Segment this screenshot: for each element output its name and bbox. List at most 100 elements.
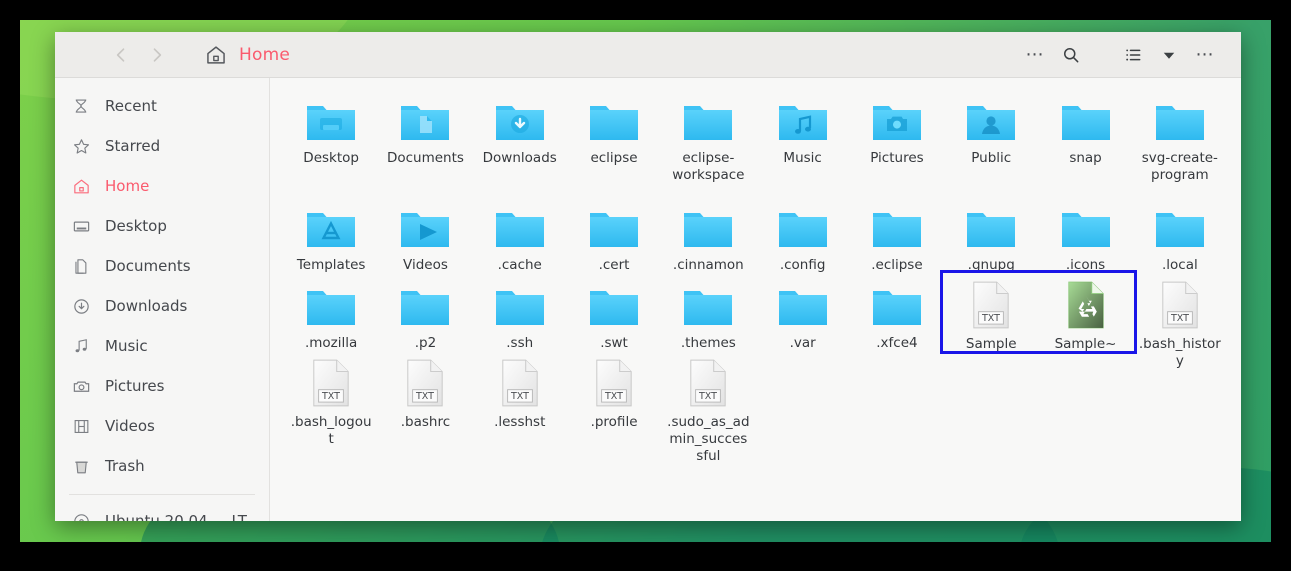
file-item[interactable]: .var	[756, 274, 850, 352]
file-item-label: .local	[1161, 257, 1198, 273]
file-grid-area[interactable]: Desktop Documents Downloads eclipse eclipse-…	[270, 78, 1241, 521]
file-item[interactable]: Templates	[284, 196, 378, 274]
sidebar-item-label: Pictures	[105, 377, 165, 395]
chevron-right-icon[interactable]	[147, 45, 167, 65]
file-item-label: .cert	[598, 257, 630, 273]
file-item[interactable]: .gnupg	[944, 196, 1038, 274]
main-menu-button[interactable]: ⋯	[1187, 37, 1223, 73]
sidebar-item-label: Documents	[105, 257, 191, 275]
file-item[interactable]: .cinnamon	[661, 196, 755, 274]
file-item[interactable]: .config	[756, 196, 850, 274]
file-item-label: Sample	[965, 336, 1017, 352]
file-item[interactable]: Documents	[378, 88, 472, 196]
file-item-label: .eclipse	[871, 257, 923, 273]
folder-icon	[586, 96, 642, 144]
file-item-label: eclipse	[590, 150, 638, 166]
file-item[interactable]: Pictures	[850, 88, 944, 196]
file-item[interactable]: Desktop	[284, 88, 378, 196]
file-item[interactable]: TXT .bash_logout	[284, 352, 378, 447]
file-item-label: .icons	[1065, 257, 1106, 273]
file-item[interactable]: Downloads	[473, 88, 567, 196]
text-file-icon: TXT	[1152, 281, 1208, 330]
download-icon	[71, 296, 91, 316]
file-item[interactable]: TXT .sudo_as_admin_successful	[661, 352, 755, 464]
view-list-button[interactable]	[1115, 37, 1151, 73]
folder-documents-icon	[397, 96, 453, 144]
sidebar-item-documents[interactable]: Documents	[55, 246, 269, 286]
file-item[interactable]: Public	[944, 88, 1038, 196]
window-body: Recent Starred Home Desktop Documents Downloa…	[55, 78, 1241, 521]
desktop-icon	[71, 216, 91, 236]
sidebar-item-device[interactable]: Ubuntu 20.04 ... LT...	[55, 501, 269, 521]
file-item[interactable]: .local	[1133, 196, 1227, 274]
sidebar-item-trash[interactable]: Trash	[55, 446, 269, 486]
folder-icon	[492, 282, 548, 329]
search-button[interactable]	[1053, 37, 1089, 73]
file-item[interactable]: snap	[1038, 88, 1132, 196]
folder-icon	[680, 282, 736, 329]
file-item[interactable]: .cache	[473, 196, 567, 274]
file-item[interactable]: .icons	[1038, 196, 1132, 274]
file-item[interactable]: Sample~	[1038, 274, 1132, 352]
file-item[interactable]: eclipse-workspace	[661, 88, 755, 196]
file-item[interactable]: TXT .lesshst	[473, 352, 567, 430]
window-header-bar: Home ⋯ ⋯	[55, 32, 1241, 78]
list-view-icon	[1123, 45, 1143, 65]
file-item-label: .bashrc	[400, 414, 451, 430]
folder-downloads-icon	[492, 96, 548, 144]
sidebar-item-music[interactable]: Music	[55, 326, 269, 366]
file-item-label: .bash_history	[1138, 336, 1221, 369]
view-options-button[interactable]	[1151, 37, 1187, 73]
music-icon	[71, 336, 91, 356]
sidebar-item-recent[interactable]: Recent	[55, 86, 269, 126]
file-item-label: .xfce4	[876, 335, 918, 351]
file-item[interactable]: .xfce4	[850, 274, 944, 352]
file-item[interactable]: TXT .bash_history	[1133, 274, 1227, 369]
svg-text:TXT: TXT	[321, 391, 340, 402]
overflow-left-button[interactable]: ⋯	[1017, 37, 1053, 73]
file-item[interactable]: svg-create-program	[1133, 88, 1227, 196]
film-icon	[71, 416, 91, 436]
file-item[interactable]: TXT .profile	[567, 352, 661, 430]
folder-desktop-icon	[303, 96, 359, 144]
file-item[interactable]: .themes	[661, 274, 755, 352]
folder-music-icon	[775, 96, 831, 144]
sidebar-item-pictures[interactable]: Pictures	[55, 366, 269, 406]
folder-icon	[1058, 204, 1114, 251]
chevron-left-icon[interactable]	[111, 45, 131, 65]
sidebar-item-home[interactable]: Home	[55, 166, 269, 206]
file-item[interactable]: .mozilla	[284, 274, 378, 352]
text-file-icon: TXT	[963, 281, 1019, 330]
backup-file-icon	[1058, 281, 1114, 330]
file-item[interactable]: eclipse	[567, 88, 661, 196]
file-item[interactable]: Videos	[378, 196, 472, 274]
file-item-label: .themes	[680, 335, 736, 351]
file-item-label: .lesshst	[494, 414, 546, 430]
sidebar-item-label: Starred	[105, 137, 161, 155]
file-item[interactable]: TXT Sample	[944, 274, 1038, 352]
file-item[interactable]: .cert	[567, 196, 661, 274]
file-item-label: Templates	[296, 257, 366, 273]
sidebar: Recent Starred Home Desktop Documents Downloa…	[55, 78, 270, 521]
file-item[interactable]: .eclipse	[850, 196, 944, 274]
file-item-label: Desktop	[303, 150, 359, 166]
file-item[interactable]: .swt	[567, 274, 661, 352]
sidebar-item-desktop[interactable]: Desktop	[55, 206, 269, 246]
breadcrumb[interactable]: Home	[205, 44, 290, 66]
file-item[interactable]: .ssh	[473, 274, 567, 352]
sidebar-item-videos[interactable]: Videos	[55, 406, 269, 446]
folder-icon	[869, 204, 925, 251]
file-item-label: .gnupg	[967, 257, 1015, 273]
sidebar-item-downloads[interactable]: Downloads	[55, 286, 269, 326]
sidebar-item-label: Downloads	[105, 297, 188, 315]
file-item-label: Public	[971, 150, 1012, 166]
sidebar-item-starred[interactable]: Starred	[55, 126, 269, 166]
svg-text:TXT: TXT	[415, 391, 434, 402]
sidebar-item-label: Trash	[105, 457, 145, 475]
svg-text:TXT: TXT	[510, 391, 529, 402]
file-item[interactable]: .p2	[378, 274, 472, 352]
file-item[interactable]: Music	[756, 88, 850, 196]
file-item[interactable]: TXT .bashrc	[378, 352, 472, 430]
folder-icon	[492, 204, 548, 251]
ellipsis-icon: ⋯	[1195, 44, 1215, 65]
